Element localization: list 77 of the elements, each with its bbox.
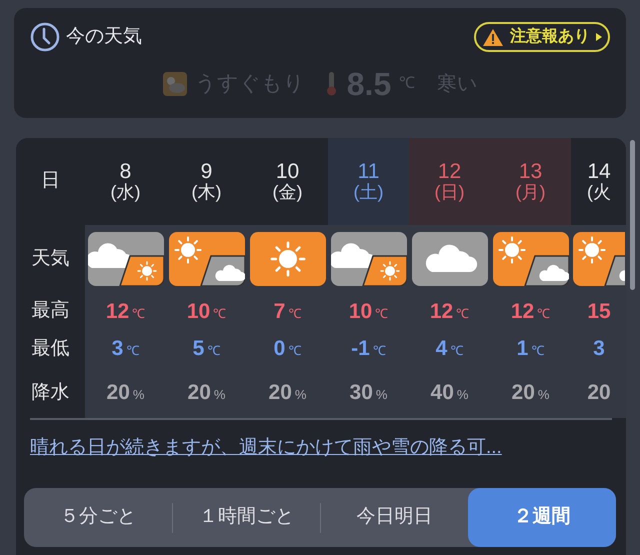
weekday-label: (金) [272,183,302,203]
precipitation-chance: 30 [350,380,373,406]
partly-cloudy-icon [162,72,187,96]
sun-then-cloud-icon [168,232,244,286]
low-temperature: 1 [516,336,528,362]
precipitation-chance: 20 [587,380,611,406]
row-label: 降水 [32,380,70,405]
precipitation-chance: 20 [268,380,292,406]
date-number: 11 [358,160,380,184]
sun-icon [250,232,326,286]
unit-label: ℃ [450,342,464,360]
unit-label: % [456,386,468,404]
unit-label: ℃ [537,304,550,323]
row-label: 最低 [32,336,70,361]
high-temperature: 10 [348,298,372,325]
unit-label: % [538,386,550,404]
weekday-label: (火 [587,183,611,203]
low-temperature: 0 [274,336,286,362]
cloud-icon [412,232,488,286]
temperature-unit: ℃ [399,74,416,94]
high-temperature: 12 [106,298,130,325]
unit-label: ℃ [288,342,302,360]
precipitation-chance: 40 [430,380,454,406]
unit-label: % [132,386,144,404]
row-label: 日 [41,169,60,194]
period-tab[interactable]: 今日明日 [321,488,468,547]
period-tab[interactable]: ５分ごと [24,488,172,547]
low-temperature: 5 [192,336,204,362]
low-temperature: 3 [112,336,124,362]
sun-then-cloud-icon [492,232,568,286]
row-label: 天気 [32,246,70,271]
precipitation-chance: 20 [188,380,211,406]
unit-label: ℃ [207,342,220,360]
cloud-then-sun-icon [330,232,406,286]
date-number: 12 [438,160,462,184]
unit-label: % [214,386,226,404]
date-number: 10 [276,160,300,184]
caret-icon [596,33,602,41]
date-number: 9 [200,160,212,184]
period-tab[interactable]: １時間ごと [173,488,320,547]
precipitation-chance: 20 [512,380,535,406]
date-number: 13 [518,160,542,184]
high-temperature: 15 [587,298,611,325]
high-temperature: 12 [430,298,454,325]
row-label: 最高 [32,299,70,324]
unit-label: ℃ [288,304,302,323]
clock-icon [30,22,60,52]
thermometer-icon [324,71,339,97]
warning-icon [482,28,504,46]
low-temperature: -1 [351,336,370,362]
unit-label: ℃ [372,342,386,360]
low-temperature: 4 [436,336,448,362]
date-number: 14 [587,160,611,184]
unit-label: ℃ [456,304,470,323]
warning-badge[interactable]: 注意報あり [474,22,610,52]
high-temperature: 10 [186,298,210,325]
weekday-label: (日) [434,183,464,203]
high-temperature: 12 [510,298,534,325]
weekday-label: (水) [110,183,140,203]
date-number: 8 [120,160,132,184]
cloud-then-sun-icon [88,232,164,286]
unit-label: % [294,386,306,404]
unit-label: ℃ [126,342,140,360]
period-tab[interactable]: ２週間 [468,488,616,547]
precipitation-chance: 20 [106,380,130,406]
unit-label: ℃ [531,342,544,360]
unit-label: ℃ [213,304,226,323]
unit-label: ℃ [132,304,146,323]
section-title: 今の天気 [66,24,142,49]
weekday-label: (月) [516,183,546,203]
weekday-label: (土) [354,183,384,203]
forecast-summary-link[interactable]: 晴れる日が続きますが、週末にかけて雨や雪の降る可... [30,437,502,458]
weekday-label: (木) [192,183,222,203]
high-temperature: 7 [274,298,286,325]
low-temperature: 3 [593,336,605,362]
unit-label: % [376,386,388,404]
unit-label: ℃ [375,304,388,323]
